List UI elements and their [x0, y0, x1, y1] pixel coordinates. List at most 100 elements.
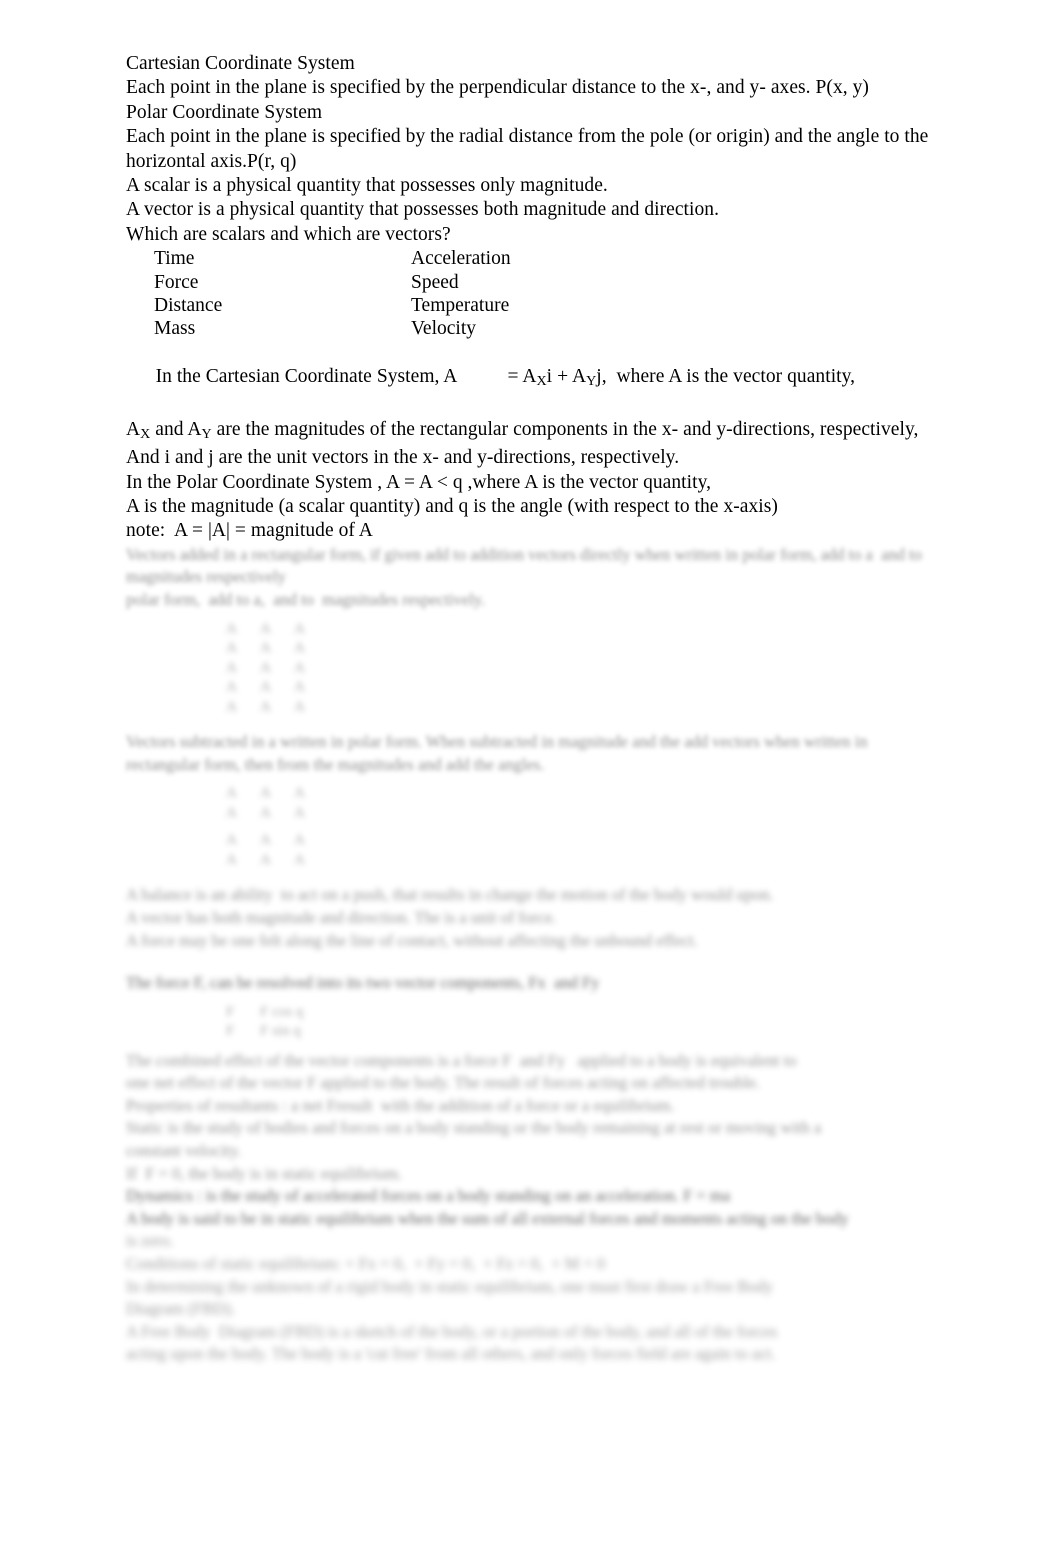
blurred-paragraph-3-line-2: A vector has both magnitude and directio… — [126, 907, 557, 927]
text-note-magnitude: note: A = |A| = magnitude of A — [126, 520, 373, 542]
blurred-paragraph-8-line-4: acting upon the body. The body is a 'cut… — [126, 1344, 776, 1364]
cell: A — [226, 659, 237, 676]
cell: A — [260, 851, 271, 868]
cell: A — [260, 698, 271, 715]
cell: A — [294, 851, 305, 868]
cell: A — [226, 679, 237, 696]
blurred-paragraph-8-line-1: In determining the unknown of a rigid bo… — [126, 1276, 774, 1296]
blurred-table-1: AAA AAA AAA AAA AAA — [226, 620, 996, 718]
cell: A — [260, 659, 271, 676]
list-item: Mass Velocity — [126, 317, 996, 340]
table-row: AAA — [226, 698, 996, 718]
magnitudes-prefix: A — [126, 418, 141, 440]
text-scalar-definition: A scalar is a physical quantity that pos… — [126, 175, 608, 197]
cell: A — [226, 832, 237, 849]
cell: A — [294, 679, 305, 696]
quantity-right: Acceleration — [411, 248, 511, 270]
equation-polar-vector: In the Polar Coordinate System , A = A <… — [126, 471, 712, 493]
quantity-left: Time — [154, 248, 195, 270]
blurred-paragraph-4-line-1: The force F, can be resolved into its tw… — [126, 973, 600, 993]
blurred-paragraph-2-line-2: rectangular form, then from the magnitud… — [126, 754, 545, 774]
cell: A — [294, 659, 305, 676]
cell: A — [294, 698, 305, 715]
blurred-table-3: F F cos q F F sin q — [226, 1003, 996, 1042]
text-vector-definition: A vector is a physical quantity that pos… — [126, 199, 720, 221]
cell: A — [226, 640, 237, 657]
blurred-paragraph-6-line-1: Static is the study of bodies and forces… — [126, 1118, 822, 1138]
cell: F sin q — [260, 1023, 301, 1040]
blurred-paragraph-3-line-3: A force may be one felt along the line o… — [126, 930, 698, 950]
blurred-paragraph-6-line-3: If F = 0, the body is in static equilibr… — [126, 1163, 403, 1183]
cell: A — [260, 640, 271, 657]
table-row: AAA — [226, 678, 996, 698]
document-body: Cartesian Coordinate System Each point i… — [126, 52, 996, 1366]
blurred-paragraph-6-line-2: constant velocity. — [126, 1141, 242, 1161]
equation-cartesian-suffix: j, where A is the vector quantity, — [596, 365, 856, 387]
blurred-paragraph-5-line-1: The combined effect of the vector compon… — [126, 1050, 797, 1070]
quantity-right: Velocity — [411, 318, 476, 340]
cell: A — [294, 785, 305, 802]
subscript-x: X — [536, 372, 547, 389]
table-row: AAA — [226, 620, 996, 640]
heading-polar-coordinate-system: Polar Coordinate System — [126, 101, 323, 123]
cell: A — [226, 620, 237, 637]
cell: A — [260, 832, 271, 849]
blurred-paragraph-8-line-3: A Free Body Diagram (FBD) is a sketch of… — [126, 1321, 778, 1341]
quantity-right: Temperature — [411, 294, 510, 316]
cell: A — [260, 785, 271, 802]
equation-cartesian-mid: i + A — [546, 365, 587, 387]
blurred-paragraph-7-line-1: Dynamics : is the study of accelerated f… — [126, 1186, 731, 1206]
blurred-paragraph-5-line-2: one net effect of the vector F applied t… — [126, 1073, 760, 1093]
heading-cartesian-coordinate-system: Cartesian Coordinate System — [126, 53, 355, 74]
list-item: Distance Temperature — [126, 294, 996, 317]
magnitudes-suffix: are the magnitudes of the rectangular co… — [211, 418, 919, 440]
table-row: AAA — [226, 804, 996, 824]
cell: A — [294, 620, 305, 637]
quantity-left: Distance — [154, 294, 223, 316]
table-row: AAA — [226, 659, 996, 679]
text-polar-definition: Each point in the plane is specified by … — [126, 126, 929, 172]
blurred-paragraph-7-line-3: is zero. — [126, 1231, 174, 1251]
quantity-left: Force — [154, 271, 199, 293]
magnitudes-mid: and A — [150, 418, 202, 440]
equation-cartesian-vector: In the Cartesian Coordinate System, A = A… — [126, 340, 996, 417]
cell: A — [226, 804, 237, 821]
cell: F — [226, 1023, 235, 1040]
text-unit-vectors: And i and j are the unit vectors in the … — [126, 447, 680, 469]
list-item: Force Speed — [126, 271, 996, 294]
cell: A — [294, 804, 305, 821]
table-row: F F sin q — [226, 1022, 996, 1042]
table-row: AAA — [226, 831, 996, 851]
table-row: F F cos q — [226, 1003, 996, 1023]
quantity-left: Mass — [154, 318, 196, 340]
blurred-paragraph-1-line-2: polar form, add to a, and to magnitudes … — [126, 590, 486, 610]
blurred-paragraph-7-line-2: A body is said to be in static equilibri… — [126, 1208, 849, 1228]
cell: F cos q — [260, 1003, 304, 1020]
blurred-paragraph-5-line-3: Properties of resultants : a net Fresult… — [126, 1095, 675, 1115]
cell: A — [260, 620, 271, 637]
quantities-list: Time Acceleration Force Speed Distance T… — [126, 247, 996, 340]
text-polar-magnitude-angle: A is the magnitude (a scalar quantity) a… — [126, 496, 778, 518]
blurred-paragraph-2-line-1: Vectors subtracted in a written in polar… — [126, 732, 868, 752]
cell: F — [226, 1003, 235, 1020]
list-item: Time Acceleration — [126, 247, 996, 270]
table-row: AAA — [226, 784, 996, 804]
text-component-magnitudes: AX and AY are the magnitudes of the rect… — [126, 418, 996, 446]
cell: A — [294, 832, 305, 849]
blurred-paragraph-7-line-4: Conditions of static equilibrium: + Fx =… — [126, 1254, 606, 1274]
subscript-y: Y — [586, 372, 597, 389]
cell: A — [294, 640, 305, 657]
blurred-paragraph-1-line-1: Vectors added in a rectangular form, if … — [126, 544, 931, 587]
equation-cartesian-eq: = A — [507, 365, 537, 387]
subscript-y: Y — [201, 425, 212, 442]
table-row: AAA — [226, 851, 996, 871]
blurred-table-2: AAA AAA AAA AAA — [226, 784, 996, 870]
blurred-content-region: Vectors added in a rectangular form, if … — [126, 544, 996, 1366]
cell: A — [260, 804, 271, 821]
table-row: AAA — [226, 639, 996, 659]
equation-cartesian-prefix: In the Cartesian Coordinate System, A — [155, 365, 458, 387]
cell: A — [260, 679, 271, 696]
blurred-paragraph-8-line-2: Diagram (FBD). — [126, 1299, 236, 1319]
blurred-paragraph-3-line-1: A balance is an ability to act on a push… — [126, 885, 774, 905]
subscript-x: X — [140, 425, 151, 442]
